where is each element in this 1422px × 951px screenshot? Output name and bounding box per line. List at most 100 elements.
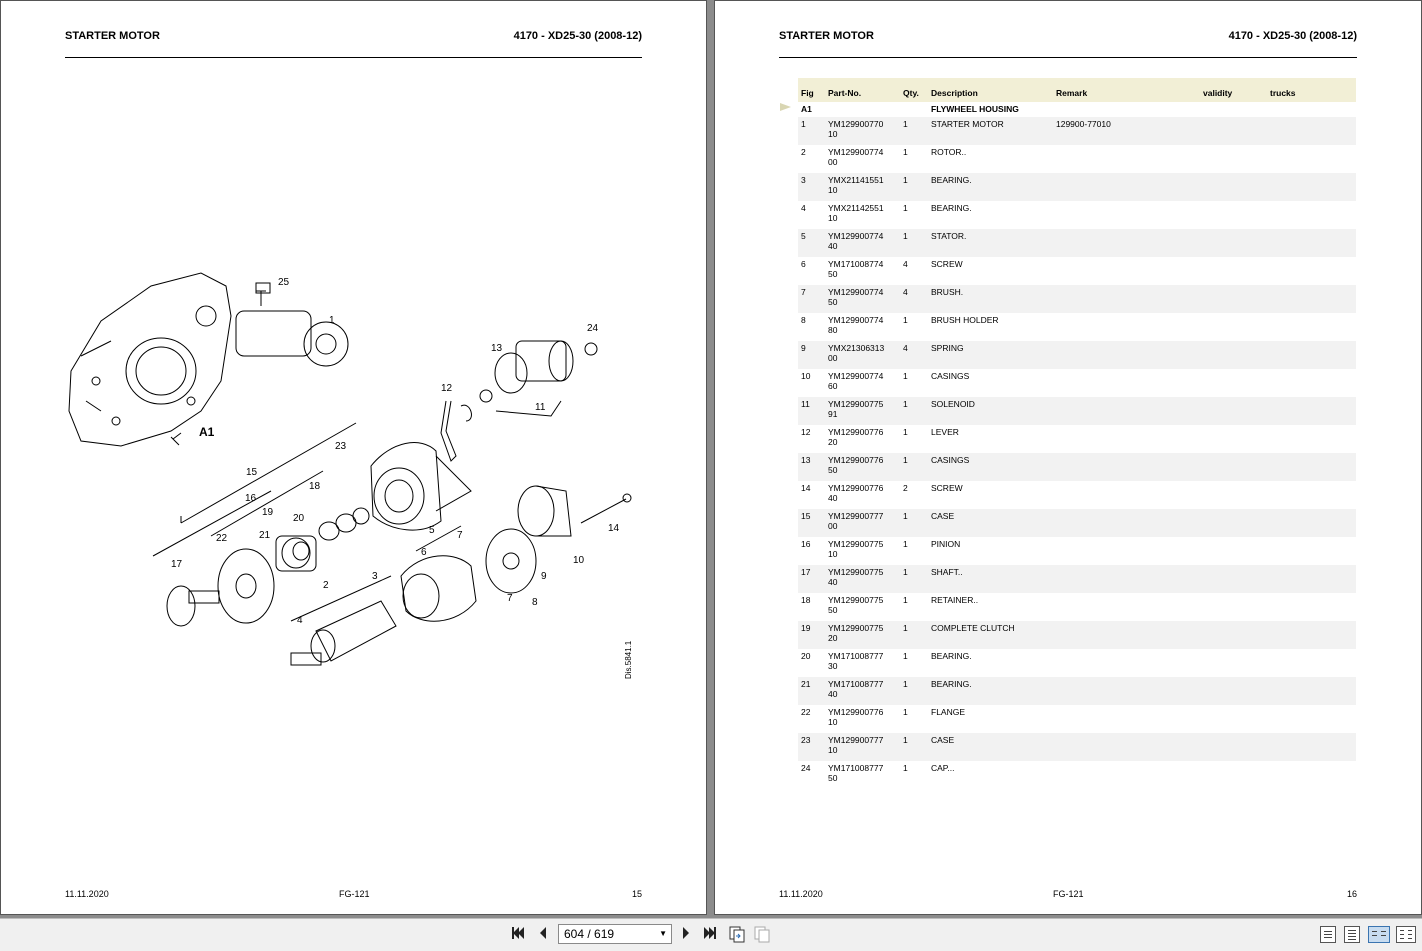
part-number-line-2: 50 (828, 605, 838, 615)
model-label: 4170 - XD25-30 (2008-12) (513, 30, 642, 42)
copy-icon[interactable] (727, 925, 747, 945)
continuous-view-icon[interactable] (1344, 926, 1360, 943)
description-cell: FLANGE (931, 707, 966, 717)
two-page-continuous-view-icon[interactable] (1396, 926, 1416, 943)
table-row[interactable]: 12 YM129900776 20 1 LEVER (798, 425, 1356, 453)
validity-cell (1200, 649, 1267, 677)
table-row[interactable]: 1 YM129900770 10 1 STARTER MOTOR 129900-77010 (798, 117, 1356, 145)
qty-cell: 1 (900, 565, 928, 593)
table-row[interactable]: 21 YM171008777 40 1 BEARING. (798, 677, 1356, 705)
trucks-cell (1267, 117, 1356, 145)
part-number-line-1: YM129900776 (828, 483, 884, 493)
validity-cell (1200, 257, 1267, 285)
svg-text:1: 1 (329, 315, 335, 326)
description-cell: SPRING (928, 341, 1053, 369)
first-page-icon[interactable] (508, 925, 528, 945)
table-row[interactable]: 5 YM129900774 40 1 STATOR. (798, 229, 1356, 257)
copy-disabled-icon[interactable] (752, 925, 772, 945)
table-row[interactable]: 18 YM129900775 50 1 RETAINER.. (798, 593, 1356, 621)
table-row[interactable]: 3 YMX21141551 10 1 BEARING. (798, 173, 1356, 201)
remark-cell (1053, 453, 1200, 481)
table-row[interactable]: 20 YM171008777 30 1 BEARING. (798, 649, 1356, 677)
table-row[interactable]: 14 YM129900776 40 2 SCREW (798, 481, 1356, 509)
trucks-cell (1267, 341, 1356, 369)
page-number-select[interactable]: 604 / 619 ▼ (558, 924, 672, 944)
table-row[interactable]: 6 YM171008774 50 4 SCREW (798, 257, 1356, 285)
part-number-line-1: YM171008777 (828, 763, 884, 773)
table-row[interactable]: 9 YMX21306313 00 4 SPRING (798, 341, 1356, 369)
qty-cell: 2 (903, 483, 908, 493)
table-row[interactable]: 16 YM129900775 10 1 PINION (798, 537, 1356, 565)
svg-text:13: 13 (491, 343, 503, 354)
description-cell: SOLENOID (928, 397, 1053, 425)
table-row[interactable]: 2 YM129900774 00 1 ROTOR.. (798, 145, 1356, 173)
table-header-row: Fig Part-No. Qty. Description Remark val… (798, 78, 1356, 102)
next-page-icon[interactable] (676, 925, 696, 945)
table-row[interactable]: 13 YM129900776 50 1 CASINGS (798, 453, 1356, 481)
description-cell: BRUSH HOLDER (931, 315, 999, 325)
validity-cell (1200, 621, 1267, 649)
table-row[interactable]: 10 YM129900774 60 1 CASINGS (798, 369, 1356, 397)
table-row[interactable]: 11 YM129900775 91 1 SOLENOID (798, 397, 1356, 425)
description-cell: SCREW (931, 259, 963, 269)
model-label: 4170 - XD25-30 (2008-12) (1228, 30, 1357, 42)
svg-text:19: 19 (262, 507, 274, 518)
trucks-cell (1267, 397, 1356, 425)
current-group-marker-icon (780, 103, 791, 111)
qty-cell: 4 (900, 341, 928, 369)
table-row[interactable]: 19 YM129900775 20 1 COMPLETE CLUTCH (798, 621, 1356, 649)
fig-cell: 3 (798, 173, 825, 201)
table-row[interactable]: 8 YM129900774 80 1 BRUSH HOLDER (798, 313, 1356, 341)
remark-cell (1053, 145, 1200, 173)
table-row[interactable]: 15 YM129900777 00 1 CASE (798, 509, 1356, 537)
two-page-view-icon[interactable] (1368, 926, 1390, 943)
qty-cell: 1 (903, 595, 908, 605)
table-row[interactable]: 22 YM129900776 10 1 FLANGE (798, 705, 1356, 733)
table-row[interactable]: 24 YM171008777 50 1 CAP... (798, 761, 1356, 789)
description-cell: CASINGS (931, 371, 970, 381)
part-number-line-2: 40 (828, 577, 838, 587)
fig-cell: 22 (801, 707, 811, 717)
validity-cell (1200, 565, 1267, 593)
remark-cell (1053, 369, 1200, 397)
svg-text:7: 7 (457, 530, 463, 541)
svg-text:24: 24 (587, 323, 599, 334)
part-number-line-1: YMX21306313 (828, 343, 885, 353)
trucks-cell (1267, 649, 1356, 677)
description-cell: CAP... (931, 763, 955, 773)
table-row[interactable]: 7 YM129900774 50 4 BRUSH. (798, 285, 1356, 313)
fig-cell: 15 (798, 509, 825, 537)
description-cell: CASE (928, 509, 1053, 537)
fig-cell: 7 (798, 285, 825, 313)
description-cell: BRUSH. (928, 285, 1053, 313)
qty-cell: 1 (900, 453, 928, 481)
qty-cell: 1 (903, 203, 908, 213)
part-number-line-1: YM129900774 (828, 371, 884, 381)
trucks-cell (1267, 509, 1356, 537)
prev-page-icon[interactable] (533, 925, 553, 945)
validity-cell (1200, 677, 1267, 705)
part-no-cell: YM129900775 10 (825, 537, 900, 565)
part-number-line-1: YM129900774 (828, 147, 884, 157)
part-no-cell: YM129900770 10 (825, 117, 900, 145)
svg-text:16: 16 (245, 493, 257, 504)
remark-cell (1053, 201, 1200, 229)
qty-cell: 4 (903, 259, 908, 269)
part-no-cell: YM129900775 20 (825, 621, 900, 649)
table-row[interactable]: 23 YM129900777 10 1 CASE (798, 733, 1356, 761)
remark-cell (1053, 761, 1200, 789)
remark-cell (1053, 229, 1200, 257)
description-cell: PINION (931, 539, 961, 549)
table-row[interactable]: 17 YM129900775 40 1 SHAFT.. (798, 565, 1356, 593)
table-row[interactable]: 4 YMX21142551 10 1 BEARING. (798, 201, 1356, 229)
footer-date: 11.11.2020 (779, 889, 823, 899)
part-number-line-2: 10 (828, 549, 838, 559)
col-qty: Qty. (900, 78, 928, 102)
qty-cell: 1 (903, 539, 908, 549)
group-row[interactable]: A1 FLYWHEEL HOUSING (798, 102, 1356, 117)
single-page-view-icon[interactable] (1320, 926, 1336, 943)
qty-cell: 1 (903, 147, 908, 157)
viewer-toolbar: 604 / 619 ▼ (0, 918, 1422, 951)
last-page-icon[interactable] (700, 925, 720, 945)
validity-cell (1200, 761, 1267, 789)
